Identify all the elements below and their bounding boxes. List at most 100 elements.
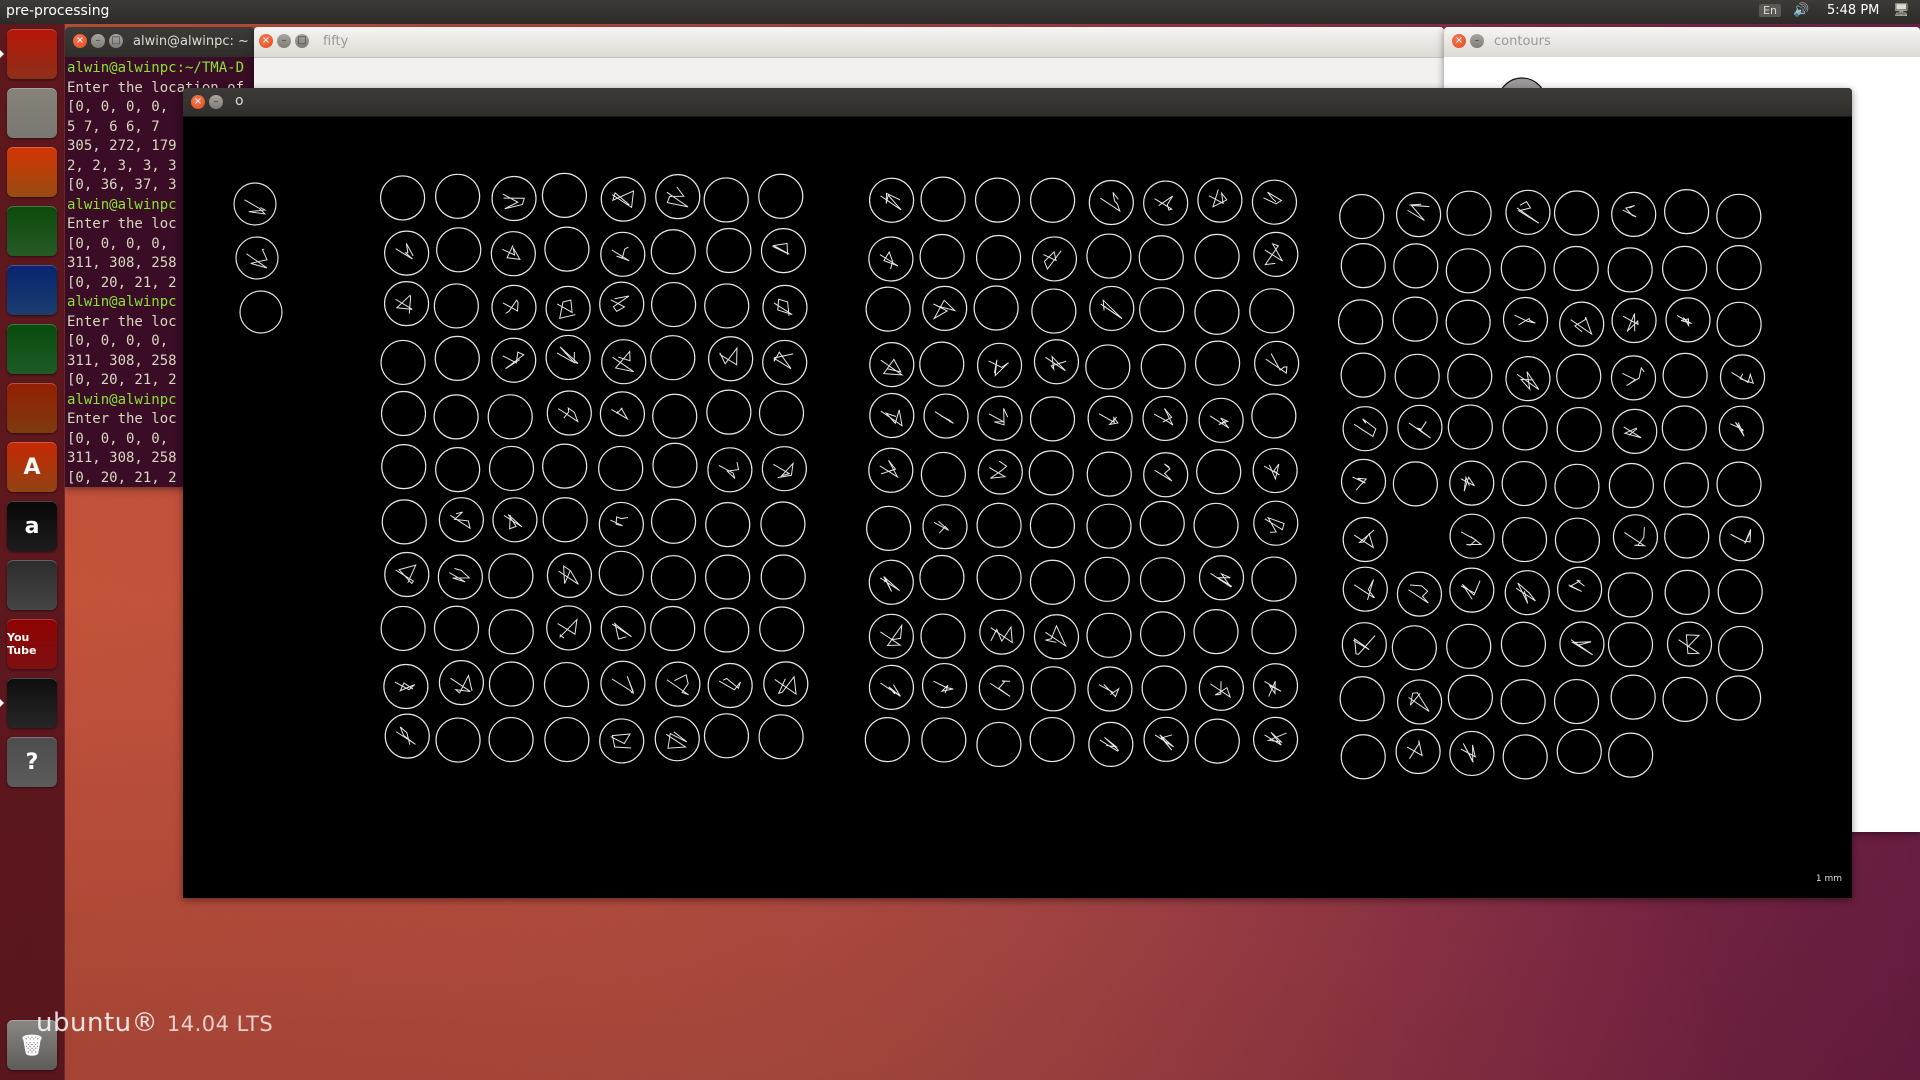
core-texture	[880, 358, 904, 376]
tissue-core	[1663, 462, 1709, 508]
tissue-core	[1611, 297, 1657, 344]
edge-image: 1 mm	[183, 118, 1852, 898]
tissue-core	[1661, 405, 1707, 451]
tissue-core	[868, 613, 914, 659]
tissue-core	[1143, 180, 1189, 226]
contours-titlebar[interactable]: × – contours	[1444, 27, 1920, 58]
close-button[interactable]: ×	[191, 95, 205, 109]
core-texture	[880, 623, 903, 646]
tissue-core	[488, 716, 534, 763]
core-texture	[1210, 681, 1232, 699]
tissue-core	[1664, 569, 1710, 616]
tissue-core	[1716, 245, 1762, 291]
core-texture	[1678, 634, 1701, 655]
tissue-core	[1395, 192, 1442, 238]
software-center-icon[interactable]: A	[7, 442, 57, 492]
tissue-core	[1504, 570, 1550, 616]
tissue-core	[435, 173, 481, 219]
tissue-core	[706, 389, 752, 435]
tissue-core	[973, 285, 1019, 331]
minimize-button[interactable]: –	[209, 95, 223, 109]
window-title: fifty	[323, 34, 349, 49]
tissue-core	[1556, 406, 1602, 453]
tissue-core	[546, 552, 593, 598]
core-texture	[610, 516, 629, 527]
maximize-button[interactable]: □	[295, 34, 309, 48]
tissue-core	[1610, 355, 1657, 401]
impress-icon[interactable]	[7, 383, 57, 433]
tissue-core	[1500, 679, 1546, 725]
terminal-icon[interactable]	[0, 678, 57, 728]
core-texture	[773, 351, 794, 370]
amazon-icon[interactable]: a	[7, 501, 57, 551]
terminal-line: alwin@alwinpc:~/TMA-D	[67, 60, 245, 76]
window-title: o	[235, 93, 244, 109]
tissue-core	[1553, 245, 1599, 292]
core-texture	[610, 733, 632, 749]
files-icon[interactable]	[7, 88, 57, 138]
tissue-core	[651, 281, 697, 328]
tissue-core	[1253, 231, 1299, 277]
tissue-core	[491, 284, 537, 330]
core-texture	[1676, 315, 1692, 328]
tissue-core	[708, 336, 754, 382]
chrome-icon[interactable]	[7, 206, 57, 256]
tissue-core	[979, 609, 1025, 655]
tissue-core	[1662, 352, 1708, 398]
close-button[interactable]: ×	[73, 34, 87, 48]
tissue-core	[1029, 396, 1076, 442]
firefox-icon[interactable]	[7, 147, 57, 197]
tissue-core	[1449, 567, 1495, 613]
tissue-core	[600, 660, 646, 706]
monitor-icon[interactable]: 🖥	[1893, 3, 1910, 18]
edge-canvas	[233, 172, 1766, 780]
speaker-icon[interactable]: 🔊	[1793, 3, 1809, 18]
core-texture	[1568, 579, 1585, 592]
clock[interactable]: 5:48 PM	[1827, 3, 1879, 18]
tissue-core	[1446, 623, 1492, 669]
calc-icon[interactable]	[7, 324, 57, 374]
maximize-button[interactable]: □	[109, 34, 123, 48]
image-titlebar[interactable]: × – o	[183, 88, 1852, 117]
writer-icon[interactable]	[7, 265, 57, 315]
tissue-core	[1252, 716, 1299, 762]
core-texture	[1623, 426, 1642, 439]
tissue-core	[434, 335, 480, 382]
tissue-core	[923, 393, 969, 439]
tissue-core	[1666, 621, 1713, 667]
minimize-button[interactable]: –	[277, 34, 291, 48]
help-icon[interactable]: ?	[7, 737, 57, 787]
system-settings-icon[interactable]	[7, 560, 57, 610]
tissue-core	[1253, 500, 1299, 546]
core-texture	[990, 625, 1013, 644]
tissue-core	[976, 502, 1022, 548]
tissue-core	[760, 554, 806, 600]
minimize-button[interactable]: –	[91, 34, 105, 48]
tissue-core	[650, 229, 696, 275]
terminal-titlebar[interactable]: × – □ alwin@alwinpc: ~	[65, 27, 255, 58]
core-texture	[1408, 421, 1431, 439]
tissue-core	[383, 281, 430, 327]
core-texture	[395, 726, 416, 745]
core-texture	[1406, 740, 1423, 759]
tissue-core	[541, 172, 588, 218]
tissue-core	[974, 177, 1021, 223]
keyboard-indicator[interactable]: En	[1759, 4, 1781, 17]
close-button[interactable]: ×	[1452, 34, 1466, 48]
tissue-core	[599, 281, 645, 327]
tissue-core	[1196, 449, 1242, 495]
core-texture	[1460, 580, 1481, 600]
close-button[interactable]: ×	[259, 34, 273, 48]
tissue-core	[707, 447, 753, 493]
core-texture	[1263, 191, 1283, 205]
dash-home-icon[interactable]	[0, 29, 57, 79]
youtube-icon[interactable]: You Tube	[7, 619, 57, 669]
tissue-core	[704, 283, 750, 329]
tissue-core	[1194, 718, 1240, 764]
core-texture	[612, 350, 634, 373]
tissue-core	[1717, 625, 1764, 672]
fifty-titlebar[interactable]: × – □ fifty	[254, 27, 1444, 58]
tissue-core	[650, 605, 696, 652]
core-texture	[1730, 529, 1752, 544]
minimize-button[interactable]: –	[1470, 34, 1484, 48]
